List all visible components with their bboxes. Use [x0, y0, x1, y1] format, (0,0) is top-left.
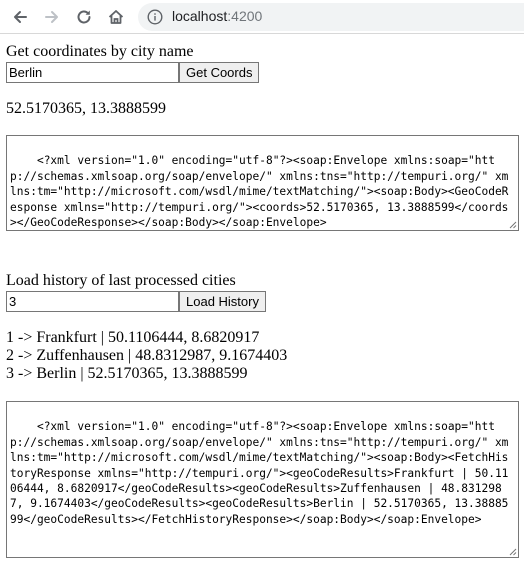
resize-grip-icon[interactable] [508, 547, 517, 556]
coords-soap-text: <?xml version="1.0" encoding="utf-8"?><s… [10, 154, 509, 230]
url-port: :4200 [227, 8, 263, 24]
resize-grip-icon[interactable] [508, 220, 517, 229]
history-item: 2 -> Zuffenhausen | 48.8312987, 9.167440… [6, 347, 288, 364]
get-coords-button[interactable]: Get Coords [179, 62, 260, 83]
back-button[interactable] [6, 3, 34, 31]
url-text: localhost:4200 [172, 8, 262, 24]
home-button[interactable] [102, 3, 130, 31]
history-soap-textarea[interactable]: <?xml version="1.0" encoding="utf-8"?><s… [6, 401, 519, 558]
history-item: 1 -> Frankfurt | 50.1106444, 8.6820917 [6, 329, 260, 346]
home-icon [108, 10, 124, 24]
address-bar[interactable]: localhost:4200 [138, 3, 524, 31]
forward-arrow-icon [45, 11, 58, 23]
history-count-input[interactable] [6, 291, 179, 312]
history-results: 1 -> Frankfurt | 50.1106444, 8.6820917 2… [6, 329, 287, 383]
browser-toolbar: localhost:4200 [0, 0, 524, 34]
coords-label: Get coordinates by city name [6, 43, 194, 60]
forward-button[interactable] [38, 3, 66, 31]
back-arrow-icon [14, 11, 27, 23]
coords-soap-textarea[interactable]: <?xml version="1.0" encoding="utf-8"?><s… [6, 135, 519, 231]
reload-button[interactable] [70, 3, 98, 31]
history-label: Load history of last processed cities [6, 272, 236, 289]
city-name-input[interactable] [6, 62, 179, 83]
load-history-button[interactable]: Load History [179, 291, 266, 312]
info-icon[interactable] [147, 9, 163, 25]
history-soap-text: <?xml version="1.0" encoding="utf-8"?><s… [10, 420, 509, 526]
coords-result: 52.5170365, 13.3888599 [6, 100, 166, 117]
url-host: localhost [172, 8, 228, 24]
history-item: 3 -> Berlin | 52.5170365, 13.3888599 [6, 365, 248, 382]
reload-icon [77, 10, 91, 24]
